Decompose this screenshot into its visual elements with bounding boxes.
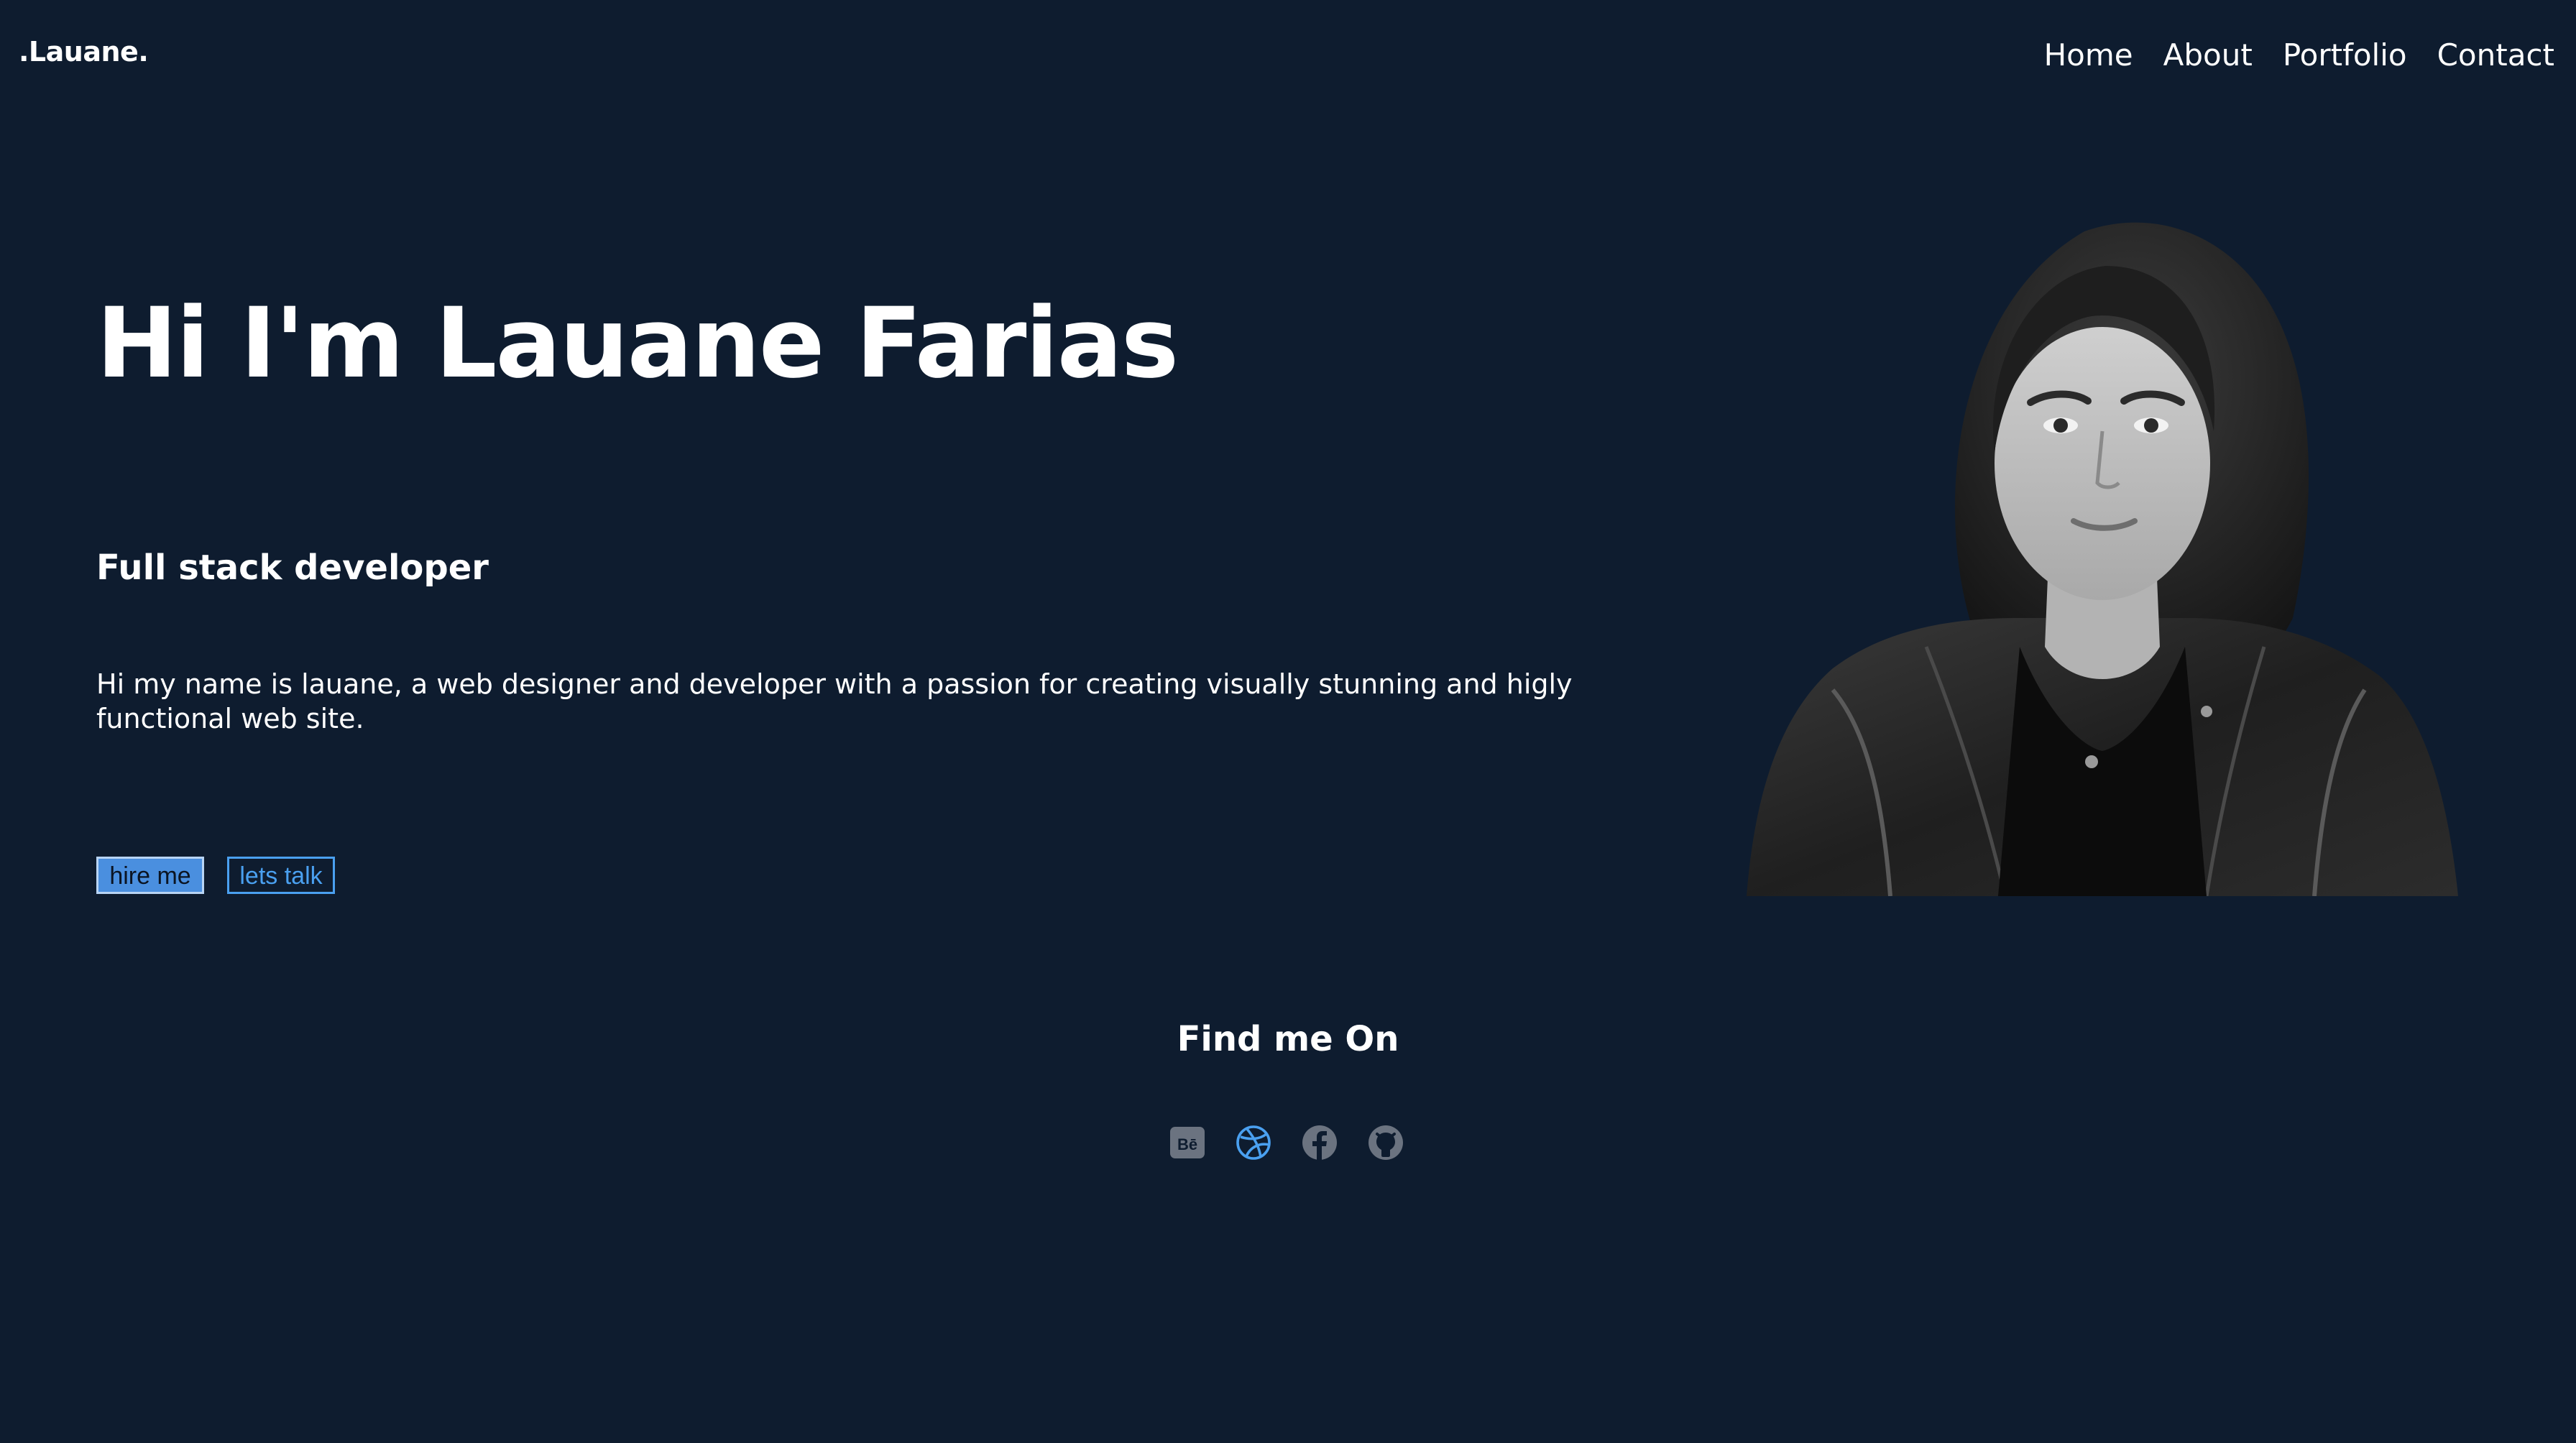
main-nav: Home About Portfolio Contact [2044, 37, 2554, 73]
social-links: Bē [1169, 1124, 1404, 1161]
profile-portrait [1747, 222, 2458, 896]
nav-contact[interactable]: Contact [2437, 37, 2554, 73]
nav-portfolio[interactable]: Portfolio [2283, 37, 2407, 73]
find-me-heading: Find me On [1177, 1019, 1399, 1059]
hero-title: Hi I'm Lauane Farias [96, 287, 1179, 400]
hero-subtitle: Full stack developer [96, 548, 489, 588]
behance-icon[interactable]: Bē [1169, 1124, 1206, 1161]
hire-me-button[interactable]: hire me [96, 857, 204, 894]
facebook-icon[interactable] [1301, 1124, 1338, 1161]
site-logo[interactable]: .Lauane. [19, 36, 149, 68]
nav-about[interactable]: About [2163, 37, 2253, 73]
hero-bio: Hi my name is lauane, a web designer and… [96, 668, 1573, 734]
dribbble-icon[interactable] [1235, 1124, 1272, 1161]
github-icon[interactable] [1367, 1124, 1404, 1161]
svg-text:Bē: Bē [1177, 1135, 1197, 1153]
nav-home[interactable]: Home [2044, 37, 2133, 73]
lets-talk-button[interactable]: lets talk [227, 857, 335, 894]
